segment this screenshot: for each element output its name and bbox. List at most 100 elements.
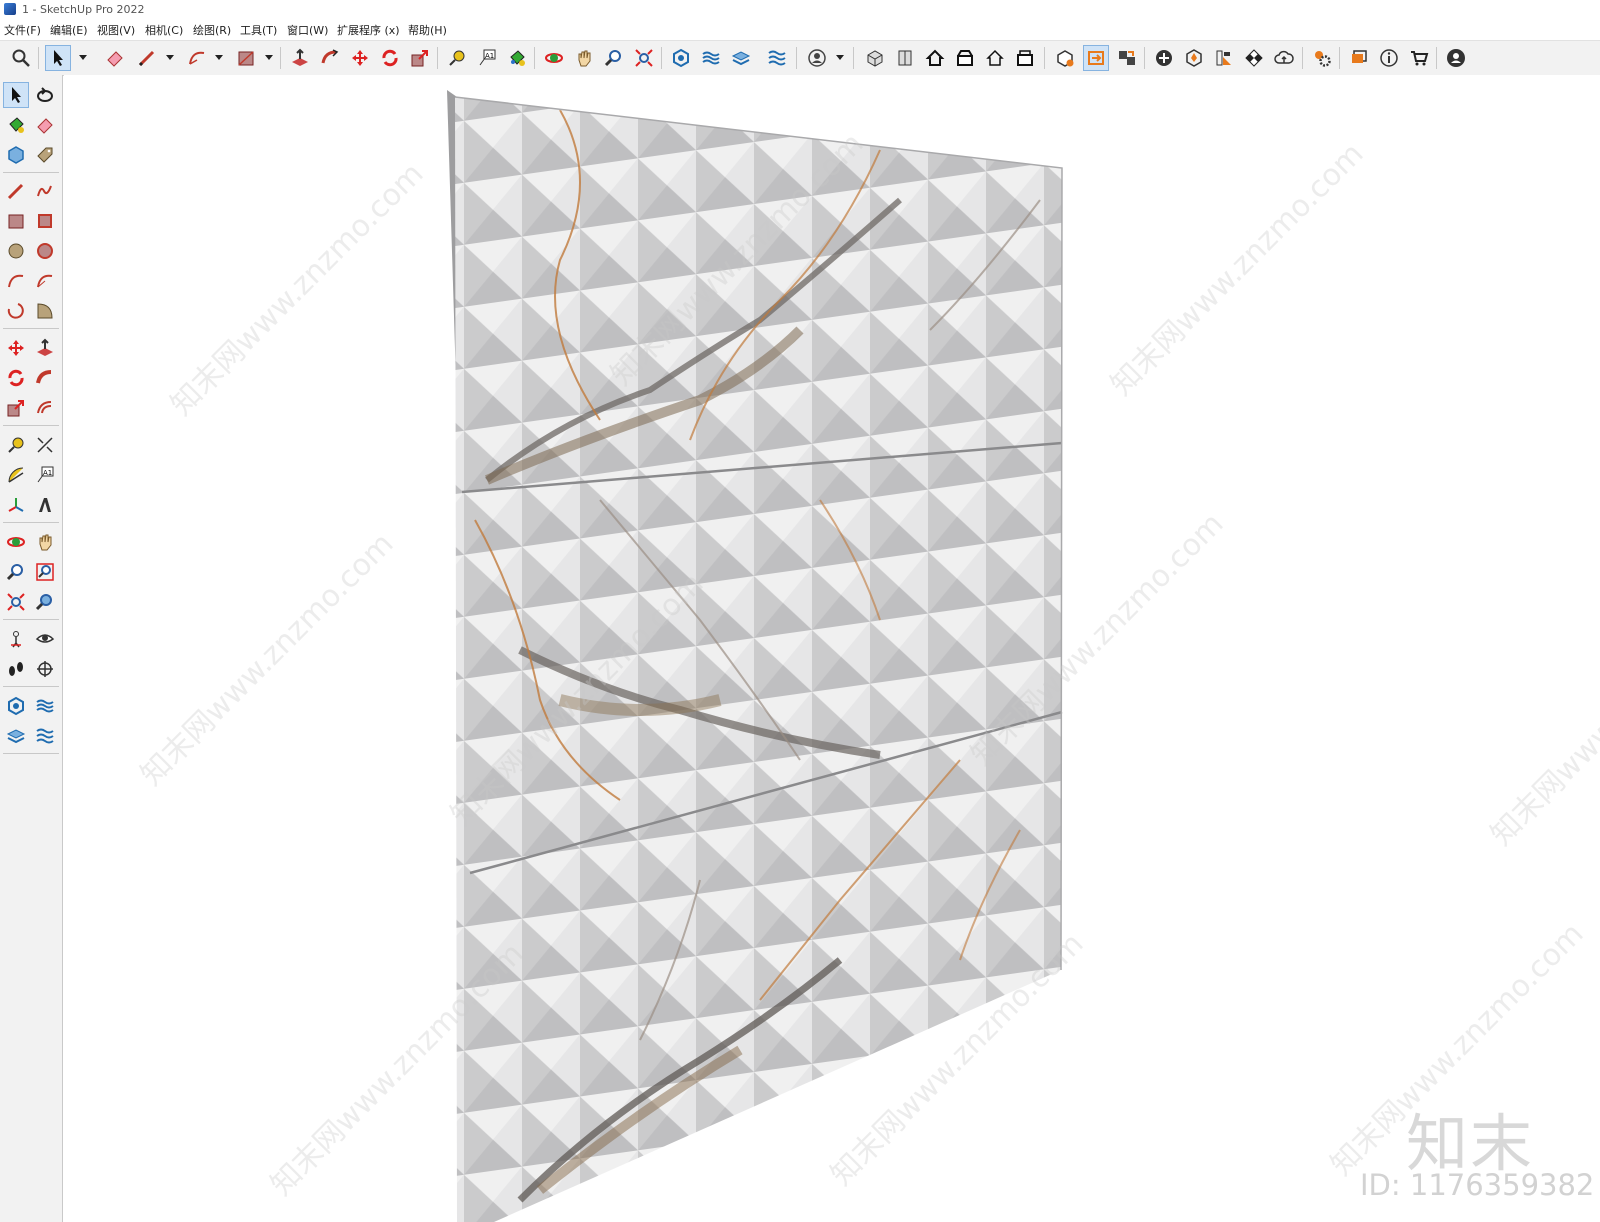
user-icon[interactable] (1443, 45, 1469, 71)
text-icon[interactable]: A1 (474, 45, 500, 71)
layers-manage-icon[interactable] (3, 723, 29, 749)
cloud-icon[interactable] (1271, 45, 1297, 71)
orbit-tool-icon[interactable] (32, 82, 58, 108)
sandbox-contour-icon[interactable] (32, 693, 58, 719)
section-plane-icon[interactable] (32, 656, 58, 682)
eraser-icon[interactable] (102, 45, 128, 71)
draw-dropdown-icon[interactable] (166, 55, 174, 60)
orbit-nav-icon[interactable] (3, 529, 29, 555)
polygon-tool-icon[interactable] (32, 238, 58, 264)
follow-me-icon[interactable] (317, 45, 343, 71)
dimension-tool-icon[interactable] (32, 432, 58, 458)
orbit-icon[interactable] (541, 45, 567, 71)
menu-edit[interactable]: 编辑(E) (50, 22, 88, 38)
scene-icon[interactable] (1114, 45, 1140, 71)
two-point-arc-tool-icon[interactable] (32, 268, 58, 294)
top-view-icon[interactable] (892, 45, 918, 71)
zoom-extents-nav-icon[interactable] (3, 589, 29, 615)
component-tool-icon[interactable] (3, 142, 29, 168)
menu-window[interactable]: 窗口(W) (287, 22, 328, 38)
rotate-icon[interactable] (377, 45, 403, 71)
front-view-icon[interactable] (922, 45, 948, 71)
line-tool-icon[interactable] (3, 178, 29, 204)
3d-text-tool-icon[interactable] (32, 492, 58, 518)
sandbox-icon[interactable] (698, 45, 724, 71)
push-pull-tool-icon[interactable] (32, 335, 58, 361)
look-around-icon[interactable] (32, 626, 58, 652)
protractor-tool-icon[interactable] (3, 462, 29, 488)
iso-view-icon[interactable] (862, 45, 888, 71)
tape-measure-icon[interactable] (444, 45, 470, 71)
select-dropdown-icon[interactable] (79, 55, 87, 60)
select-tool-icon[interactable] (3, 82, 29, 108)
chess-icon[interactable] (1241, 45, 1267, 71)
arc-tool-icon[interactable] (3, 268, 29, 294)
shape-dropdown-icon[interactable] (265, 55, 273, 60)
zoom-window-icon[interactable] (32, 559, 58, 585)
circle-tool-icon[interactable] (3, 238, 29, 264)
menu-file[interactable]: 文件(F) (4, 22, 41, 38)
cart-icon[interactable] (1406, 45, 1432, 71)
pan-nav-icon[interactable] (32, 529, 58, 555)
menu-extensions[interactable]: 扩展程序 (x) (337, 22, 400, 38)
right-view-icon[interactable] (952, 45, 978, 71)
eraser-tool-icon[interactable] (32, 112, 58, 138)
rectangle-tool-icon[interactable] (3, 208, 29, 234)
three-point-arc-tool-icon[interactable] (3, 298, 29, 324)
follow-me-tool-icon[interactable] (32, 365, 58, 391)
move-icon[interactable] (347, 45, 373, 71)
zoom-nav-icon[interactable] (3, 559, 29, 585)
marble-wall-model[interactable] (64, 75, 1600, 1222)
menu-camera[interactable]: 相机(C) (145, 22, 183, 38)
message-icon[interactable] (1346, 45, 1372, 71)
axes-tool-icon[interactable] (3, 492, 29, 518)
account-dropdown-icon[interactable] (836, 55, 844, 60)
extension-manager-icon[interactable] (1309, 45, 1335, 71)
section-icon[interactable] (764, 45, 790, 71)
scale-icon[interactable] (407, 45, 433, 71)
freehand-tool-icon[interactable] (32, 178, 58, 204)
pie-tool-icon[interactable] (32, 298, 58, 324)
info-icon[interactable] (1376, 45, 1402, 71)
menu-tools[interactable]: 工具(T) (240, 22, 277, 38)
tag-tool-icon[interactable] (32, 142, 58, 168)
materials-icon[interactable] (1211, 45, 1237, 71)
search-icon[interactable] (8, 45, 34, 71)
pan-icon[interactable] (571, 45, 597, 71)
warehouse-icon[interactable] (1052, 45, 1078, 71)
select-icon[interactable] (45, 45, 71, 71)
walk-icon[interactable] (3, 656, 29, 682)
arc-dropdown-icon[interactable] (215, 55, 223, 60)
text-tool-icon[interactable]: A1 (32, 462, 58, 488)
menu-draw[interactable]: 绘图(R) (193, 22, 231, 38)
rectangle-icon[interactable] (233, 45, 259, 71)
offset-tool-icon[interactable] (32, 395, 58, 421)
zoom-icon[interactable] (601, 45, 627, 71)
rotated-rect-tool-icon[interactable] (32, 208, 58, 234)
layers-icon[interactable] (728, 45, 754, 71)
solid-tools-icon[interactable] (668, 45, 694, 71)
rotate-tool-icon[interactable] (3, 365, 29, 391)
push-pull-icon[interactable] (287, 45, 313, 71)
sandbox-stamp-icon[interactable] (32, 723, 58, 749)
add-location-icon[interactable] (1151, 45, 1177, 71)
scale-tool-icon[interactable] (3, 395, 29, 421)
left-view-icon[interactable] (1012, 45, 1038, 71)
back-view-icon[interactable] (982, 45, 1008, 71)
solid-outer-shell-icon[interactable] (3, 693, 29, 719)
arc-icon[interactable] (184, 45, 210, 71)
tape-tool-icon[interactable] (3, 432, 29, 458)
move-tool-icon[interactable] (3, 335, 29, 361)
position-camera-icon[interactable] (3, 626, 29, 652)
pencil-icon[interactable] (134, 45, 160, 71)
menu-help[interactable]: 帮助(H) (408, 22, 447, 38)
account-icon[interactable] (804, 45, 830, 71)
paint-bucket-icon[interactable] (504, 45, 530, 71)
paint-tool-icon[interactable] (3, 112, 29, 138)
geo-icon[interactable] (1181, 45, 1207, 71)
zoom-extents-icon[interactable] (631, 45, 657, 71)
style-icon[interactable] (1083, 45, 1109, 71)
model-viewport[interactable]: 知末 ID: 1176359382 知末网www.znzmo.com 知末网www… (64, 75, 1600, 1222)
previous-view-icon[interactable] (32, 589, 58, 615)
menu-view[interactable]: 视图(V) (97, 22, 135, 38)
